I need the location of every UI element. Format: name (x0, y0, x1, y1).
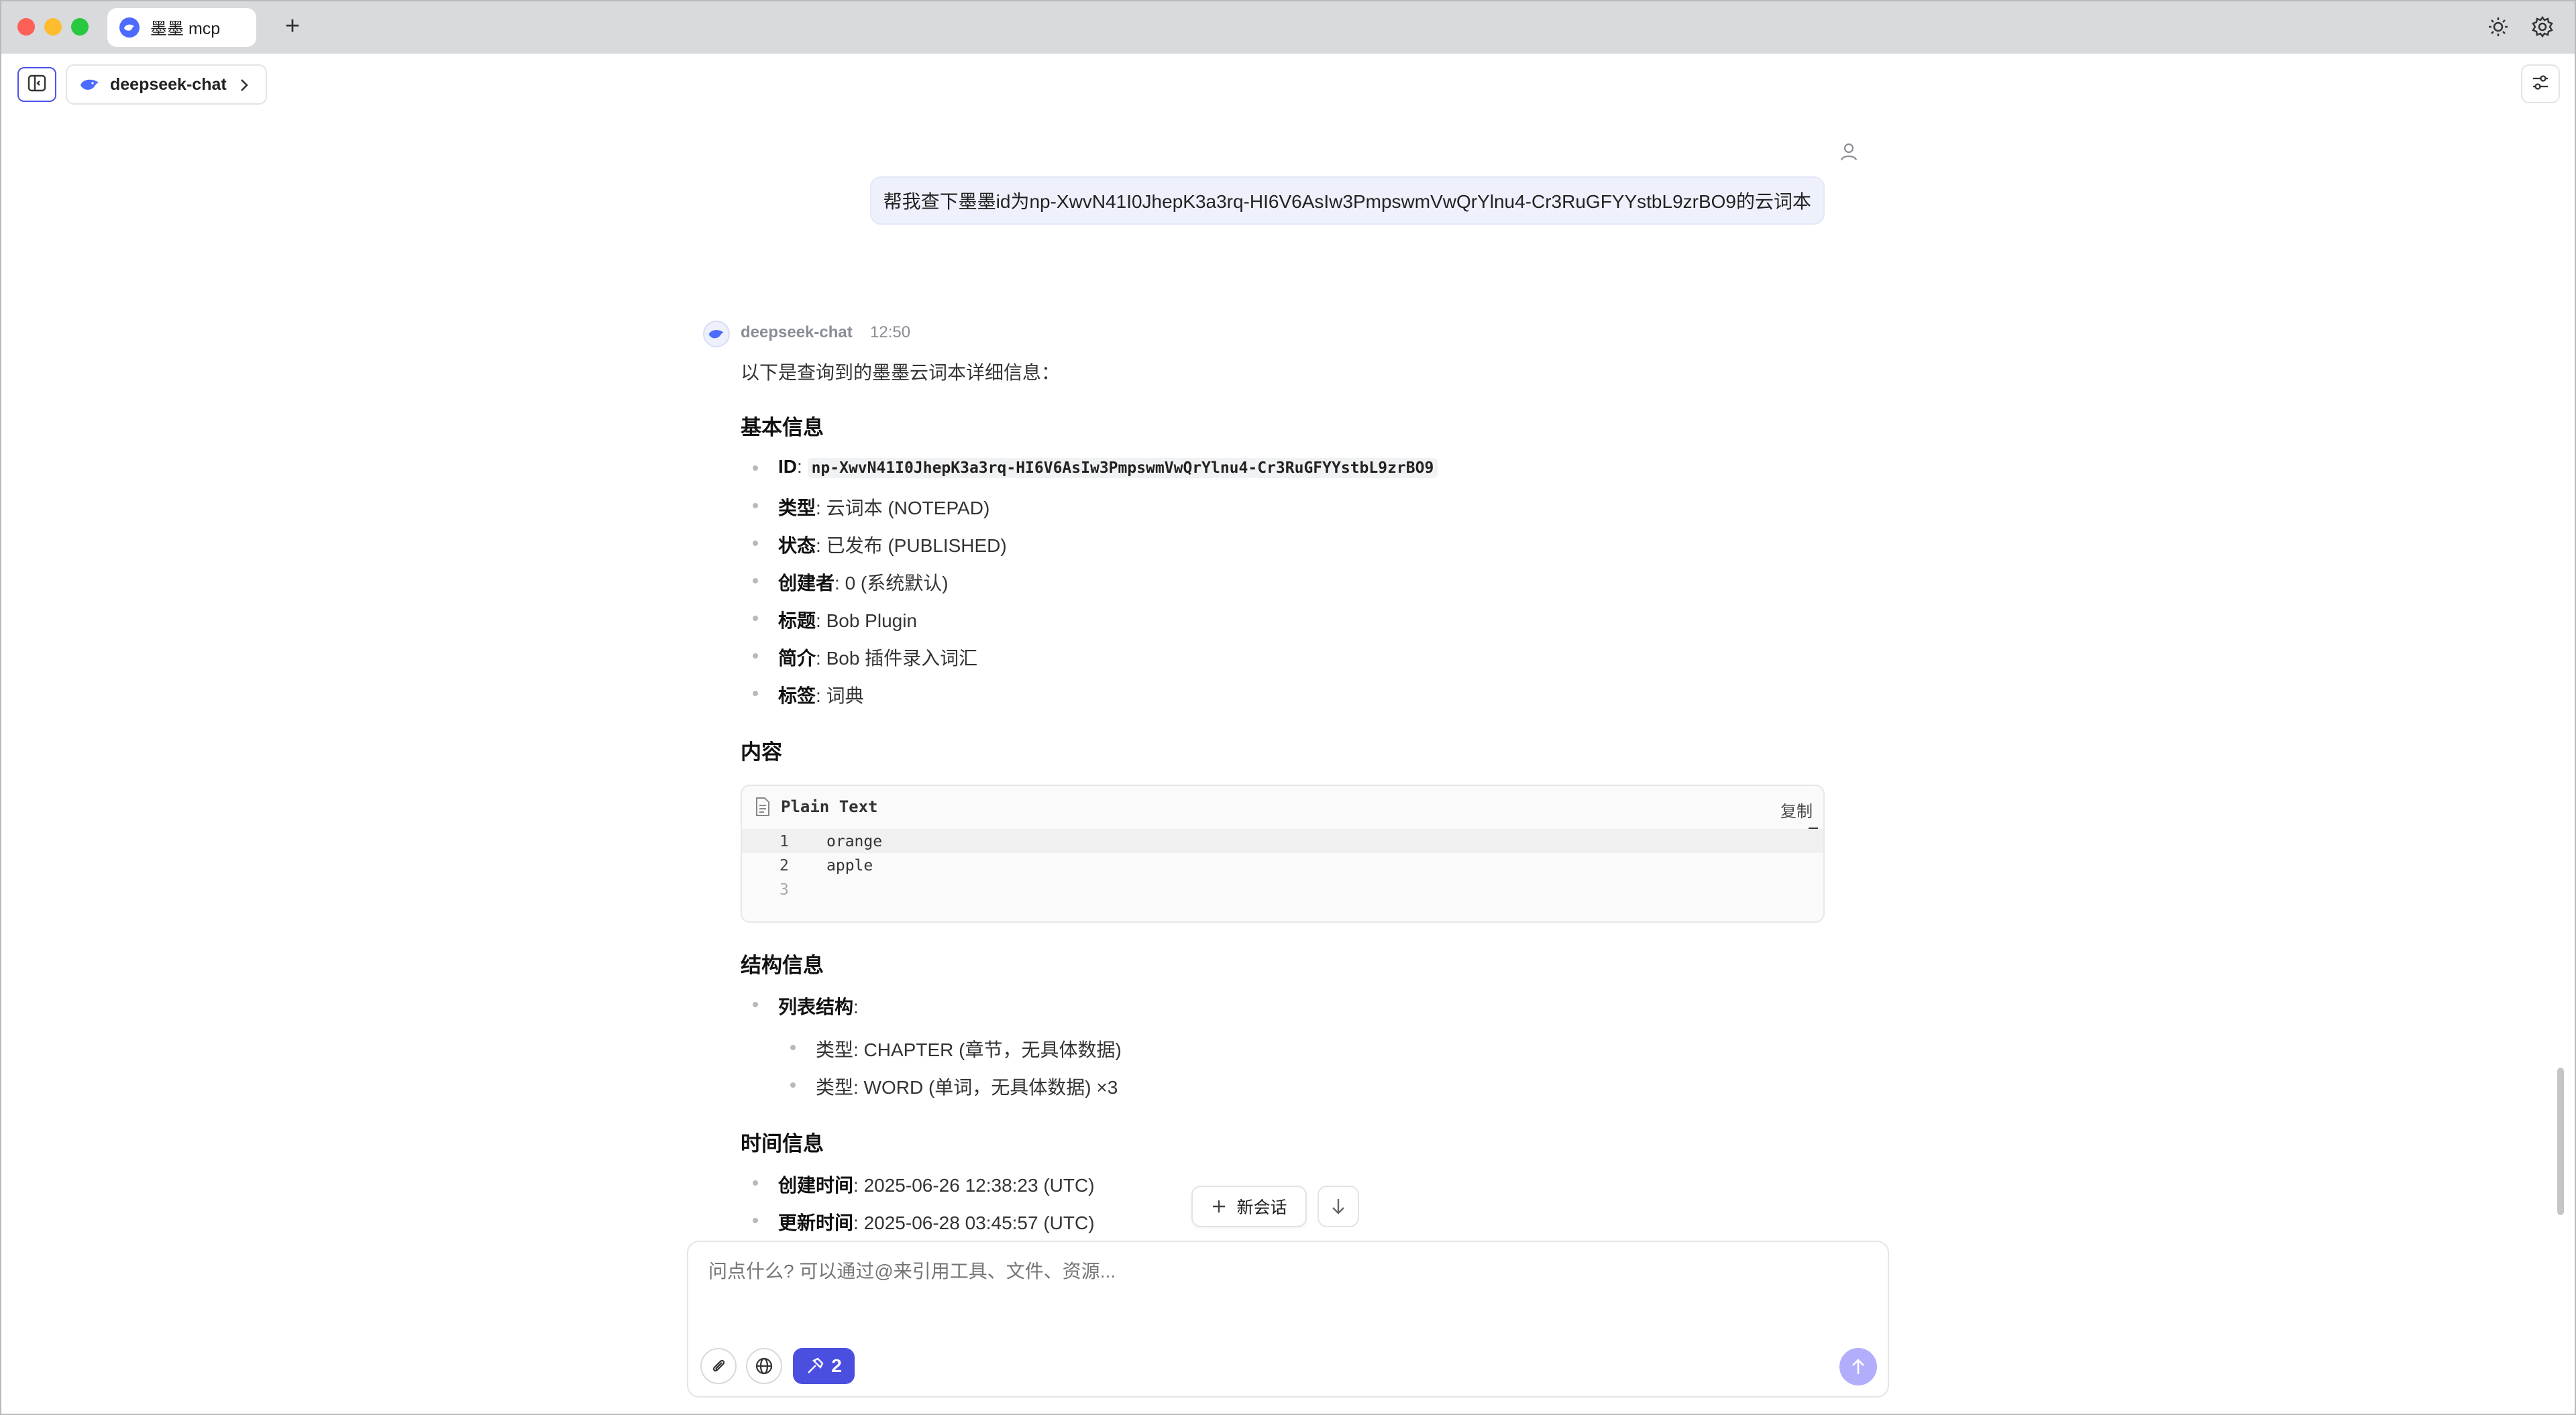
list-item: 列表结构: (753, 993, 859, 1019)
copy-code-button[interactable]: 复制 (1780, 798, 1813, 822)
list-item-value: : Bob 插件录入词汇 (816, 648, 978, 669)
list-item-value: : 词典 (816, 685, 864, 706)
code-line: 2 apple (742, 853, 1823, 877)
list-item-value: : Bob Plugin (816, 610, 918, 631)
list-item-key: 标题 (778, 610, 816, 631)
section-heading-structure: 结构信息 (741, 954, 824, 977)
send-button[interactable] (1839, 1348, 1877, 1385)
user-message-bubble: 帮我查下墨墨id为np-XwvN41I0JhepK3a3rq-HI6V6AsIw… (869, 176, 1825, 225)
list-item: 标题: Bob Plugin (752, 606, 918, 633)
list-item-key: 列表结构 (778, 997, 854, 1017)
list-item: 创建时间: 2025-06-26 12:38:23 (UTC) (753, 1171, 1095, 1198)
gear-icon[interactable] (2530, 15, 2555, 39)
chat-settings-button[interactable] (2521, 64, 2560, 103)
sidebar-toggle-button[interactable] (17, 67, 56, 102)
nested-list-item: 类型: WORD (单词，无具体数据) ×3 (790, 1073, 1118, 1100)
list-item-value: : 0 (系统默认) (835, 573, 949, 593)
line-number: 1 (780, 833, 789, 850)
assistant-name: deepseek-chat (741, 323, 853, 341)
list-item-key: 简介 (778, 648, 816, 669)
arrow-down-icon (1330, 1197, 1347, 1216)
section-heading-time: 时间信息 (741, 1132, 824, 1155)
hammer-icon (806, 1357, 824, 1375)
list-item: 标签: 词典 (753, 681, 864, 708)
inline-code-id: np-XwvN41I0JhepK3a3rq-HI6V6AsIw3PmpswmVw… (807, 458, 1438, 478)
whale-icon (119, 17, 140, 38)
list-item-value: : 已发布 (PUBLISHED) (816, 535, 1007, 556)
list-item-value: : 云词本 (NOTEPAD) (816, 498, 990, 518)
line-text: orange (826, 833, 883, 850)
message-composer: 2 (687, 1241, 1889, 1398)
assistant-intro: 以下是查询到的墨墨云词本详细信息： (741, 362, 1061, 383)
tab-active[interactable]: 墨墨 mcp (107, 8, 256, 47)
new-chat-label: 新会话 (1236, 1198, 1287, 1217)
zoom-window-button[interactable] (71, 18, 89, 36)
list-item-value: : 2025-06-28 03:45:57 (UTC) (853, 1212, 1095, 1233)
list-item-key: ID (778, 456, 797, 477)
close-window-button[interactable] (17, 18, 35, 36)
list-item-key: 更新时间 (778, 1212, 854, 1233)
user-avatar-icon (1838, 141, 1860, 162)
attach-button[interactable] (700, 1348, 737, 1384)
list-item-key: 创建时间 (778, 1175, 854, 1196)
section-heading-content: 内容 (741, 740, 782, 764)
title-bar: 墨墨 mcp + (0, 0, 2576, 54)
code-language-label: Plain Text (781, 797, 878, 816)
paperclip-icon (709, 1357, 728, 1375)
tools-count: 2 (831, 1355, 842, 1376)
message-timestamp: 12:50 (870, 323, 911, 341)
new-chat-button[interactable]: 新会话 (1191, 1186, 1307, 1227)
document-icon (754, 797, 771, 817)
minimize-window-button[interactable] (44, 18, 62, 36)
code-block: Plain Text 复制 1 orange 2 apple 3 (741, 785, 1825, 923)
list-item: 创建者: 0 (系统默认) (753, 569, 949, 596)
plus-icon (1211, 1198, 1227, 1214)
mcp-tools-button[interactable]: 2 (793, 1348, 855, 1384)
chevron-right-icon (236, 76, 252, 99)
message-input[interactable] (708, 1261, 1849, 1282)
list-item-value: : 2025-06-26 12:38:23 (UTC) (853, 1175, 1095, 1196)
list-item-key: 创建者 (778, 573, 835, 593)
sliders-icon (2530, 72, 2551, 96)
whale-icon (79, 76, 101, 93)
assistant-avatar (703, 321, 730, 347)
code-line: 3 (742, 877, 1823, 901)
line-number: 3 (780, 881, 789, 899)
web-search-button[interactable] (746, 1348, 782, 1384)
new-tab-button[interactable]: + (279, 13, 306, 40)
code-line: 1 orange (742, 829, 1823, 853)
scroll-to-bottom-button[interactable] (1318, 1186, 1359, 1227)
sidebar-icon (28, 74, 46, 95)
list-item-key: 类型 (778, 498, 816, 518)
code-block-header: Plain Text 复制 (742, 786, 1823, 828)
list-item-key: 标签 (778, 685, 816, 706)
model-name: deepseek-chat (110, 74, 227, 94)
globe-icon (755, 1357, 773, 1375)
list-item: ID: np-XwvN41I0JhepK3a3rq-HI6V6AsIw3Pmps… (752, 456, 1438, 478)
arrow-up-icon (1849, 1357, 1867, 1376)
line-text: apple (826, 857, 873, 874)
line-number: 2 (780, 857, 789, 874)
section-heading-basic: 基本信息 (741, 416, 824, 439)
whale-icon (708, 327, 725, 341)
list-item: 类型: 云词本 (NOTEPAD) (752, 494, 990, 520)
list-item: 更新时间: 2025-06-28 03:45:57 (UTC) (753, 1208, 1095, 1235)
sun-icon[interactable] (2486, 15, 2510, 39)
tab-title: 墨墨 mcp (150, 19, 221, 38)
model-selector[interactable]: deepseek-chat (66, 64, 267, 105)
list-item: 状态: 已发布 (PUBLISHED) (753, 531, 1007, 558)
list-item: 简介: Bob 插件录入词汇 (752, 644, 978, 671)
nested-list-item: 类型: CHAPTER (章节，无具体数据) (790, 1035, 1122, 1062)
scrollbar-thumb[interactable] (2557, 1068, 2564, 1215)
list-item-key: 状态 (778, 535, 816, 556)
